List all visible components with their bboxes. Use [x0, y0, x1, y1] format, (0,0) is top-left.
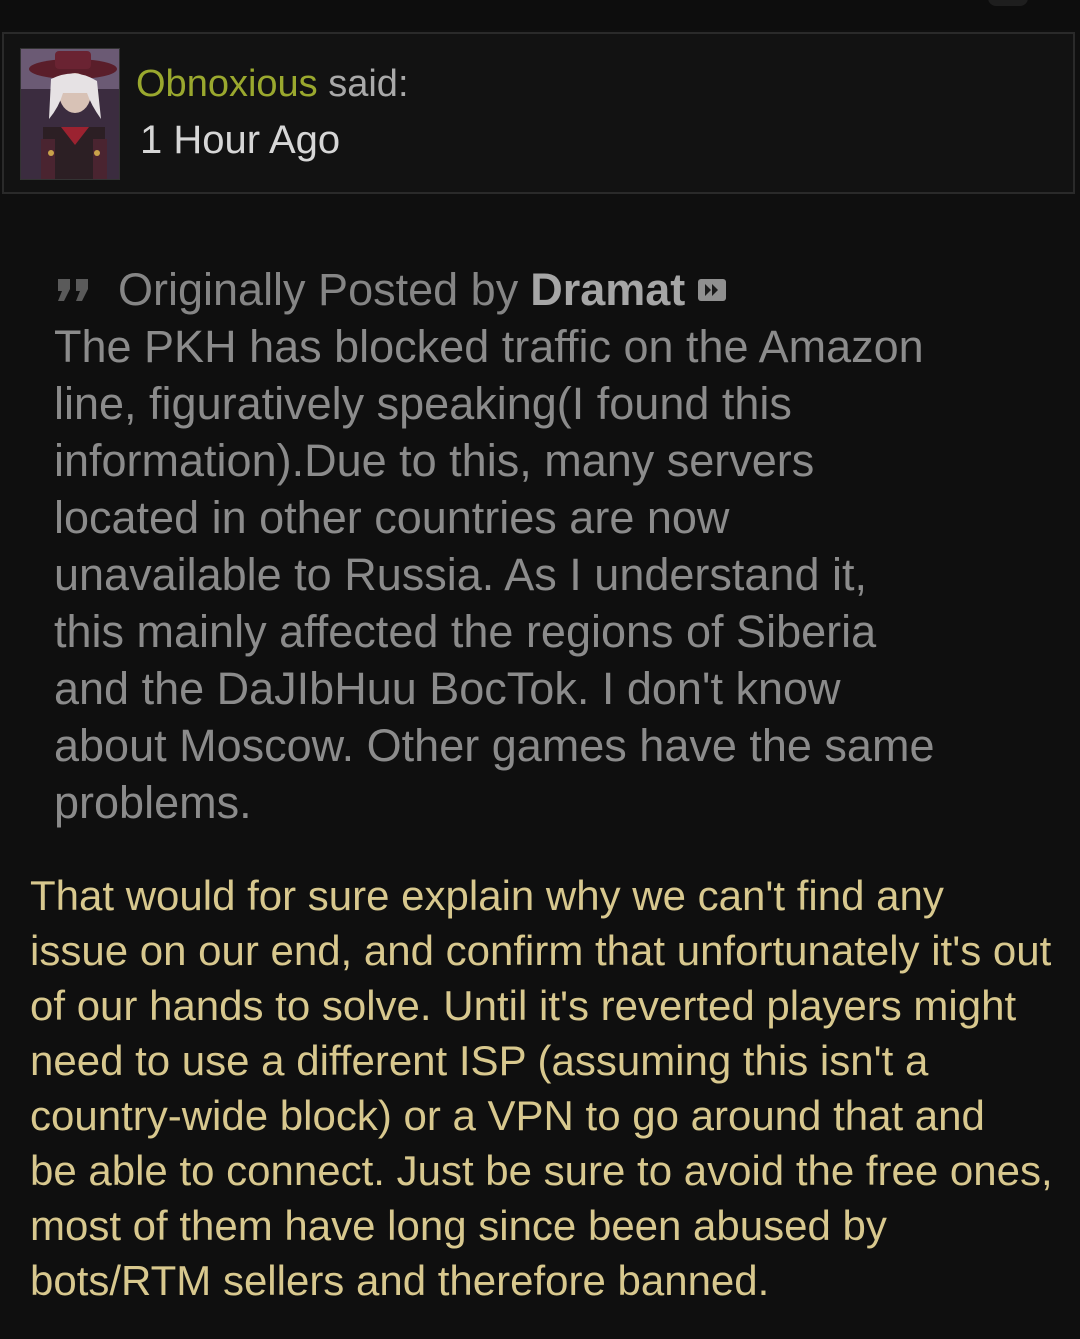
post-timestamp: 1 Hour Ago — [140, 118, 341, 162]
top-bar — [0, 0, 1080, 30]
avatar-illustration — [21, 49, 119, 179]
menu-handle-icon[interactable] — [988, 0, 1028, 6]
quote-block: Originally Posted by Dramat The PKH has … — [54, 262, 1044, 831]
post-header: Obnoxious said: 1 Hour Ago — [2, 32, 1075, 194]
quote-body: The PKH has blocked traffic on the Amazo… — [54, 321, 935, 828]
quote-label: Originally Posted by — [118, 264, 519, 315]
view-post-icon[interactable] — [697, 278, 727, 302]
reply-body: That would for sure explain why we can't… — [30, 872, 1053, 1304]
quote-author-link[interactable]: Dramat — [530, 264, 685, 316]
author-line: Obnoxious said: — [136, 62, 409, 106]
author-name-link[interactable]: Obnoxious — [136, 63, 318, 105]
user-avatar[interactable] — [20, 48, 120, 180]
quote-icon — [54, 275, 98, 305]
said-label: said: — [328, 63, 409, 105]
quote-header: Originally Posted by Dramat — [54, 262, 1044, 318]
